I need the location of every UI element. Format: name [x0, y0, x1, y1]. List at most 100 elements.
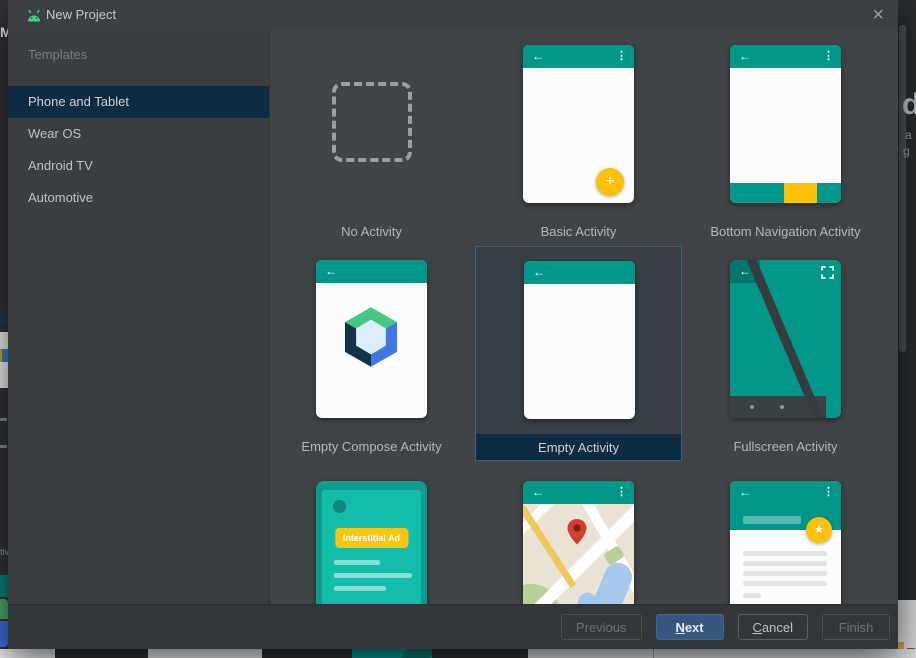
background-segment	[262, 649, 352, 658]
background-color-fragment	[0, 575, 8, 597]
dialog-title: New Project	[46, 7, 116, 22]
sidebar-item-automotive[interactable]: Automotive	[8, 182, 269, 214]
template-tile-basic-activity[interactable]: ← ⋮ + Basic Activity	[475, 31, 682, 246]
bottom-navigation-bar	[730, 183, 841, 203]
template-tile-bottom-navigation-activity[interactable]: ← ⋮ Bottom Navigation Activity	[682, 31, 889, 246]
background-segment	[148, 649, 262, 658]
background-line-fragment	[0, 418, 7, 421]
background-text-fragment: g	[903, 144, 910, 158]
jetpack-compose-logo	[340, 306, 402, 368]
fab-plus-icon: +	[596, 168, 624, 196]
template-gallery: No Activity ← ⋮ + Basic Activity ←	[270, 30, 898, 604]
template-thumbnail: ←	[730, 260, 841, 418]
map-pin-icon	[566, 518, 588, 546]
template-thumbnail: ← ⋮	[523, 481, 634, 604]
finish-button[interactable]: Finish	[822, 614, 890, 640]
no-activity-placeholder	[332, 82, 412, 162]
fab-star-icon: ★	[806, 517, 832, 543]
background-segment	[402, 649, 434, 658]
sidebar-item-android-tv[interactable]: Android TV	[8, 150, 269, 182]
app-bar: ←	[524, 261, 635, 284]
back-arrow-icon: ←	[325, 264, 337, 278]
background-text-fragment: d	[902, 88, 916, 122]
placeholder-line	[743, 571, 827, 576]
template-label: Bottom Navigation Activity	[682, 224, 889, 239]
app-bar: ←	[316, 260, 427, 283]
new-project-dialog: New Project × Templates Phone and Tablet…	[8, 0, 898, 649]
teal-corner	[826, 396, 841, 418]
dialog-titlebar[interactable]: New Project ×	[8, 0, 898, 31]
back-arrow-icon: ←	[532, 49, 544, 63]
bottom-navigation-selected-segment	[784, 183, 817, 203]
kebab-menu-icon: ⋮	[616, 485, 627, 498]
template-label: Basic Activity	[475, 224, 682, 239]
background-window-left-sliver: M tiv	[0, 0, 8, 658]
next-button-mnemonic: N	[675, 620, 684, 635]
background-segment	[432, 649, 528, 658]
map-preview	[523, 504, 634, 604]
placeholder-line	[743, 561, 827, 566]
background-selection-fragment	[0, 310, 8, 324]
template-grid: No Activity ← ⋮ + Basic Activity ←	[270, 31, 889, 604]
placeholder-line	[334, 586, 386, 591]
placeholder-line	[743, 593, 761, 598]
cancel-button-label: ancel	[762, 620, 793, 635]
previous-button[interactable]: Previous	[561, 614, 642, 640]
cancel-button[interactable]: Cancel	[738, 614, 808, 640]
background-color-fragment	[0, 599, 8, 619]
background-window-right-sliver: d a g	[898, 0, 916, 658]
template-thumbnail: ← ⋮	[730, 45, 841, 203]
background-window-bottom-strip	[0, 649, 916, 658]
template-thumbnail: ← ⋮ +	[523, 45, 634, 203]
next-button-label: ext	[685, 620, 704, 635]
back-arrow-icon: ←	[739, 49, 751, 63]
sidebar-item-phone-and-tablet[interactable]: Phone and Tablet	[8, 86, 269, 118]
diagonal-stripe	[745, 260, 826, 418]
close-icon[interactable]: ×	[872, 1, 884, 29]
background-segment	[0, 649, 55, 658]
map-water	[569, 590, 598, 604]
template-thumbnail: ←	[524, 261, 635, 419]
ad-screen: Interstitial Ad	[322, 490, 421, 604]
templates-sidebar: Templates Phone and Tablet Wear OS Andro…	[8, 30, 269, 604]
back-arrow-icon: ←	[739, 485, 751, 499]
background-segment	[528, 649, 916, 658]
app-bar: ← ⋮	[523, 45, 634, 68]
template-tile-empty-activity[interactable]: ← Empty Activity	[475, 246, 682, 461]
kebab-menu-icon: ⋮	[616, 49, 627, 62]
template-tile-fullscreen-activity[interactable]: ← Fullscreen Activity	[682, 246, 889, 461]
kebab-menu-icon: ⋮	[823, 485, 834, 498]
nav-dot	[750, 405, 754, 409]
placeholder-line	[334, 573, 412, 578]
background-color-fragment	[0, 621, 8, 647]
nav-dot	[780, 405, 784, 409]
template-tile-scrolling-activity[interactable]: ← ⋮ ★	[682, 461, 889, 604]
template-tile-empty-compose-activity[interactable]: ← Empty Compose Activity	[270, 246, 475, 461]
background-segment	[55, 649, 148, 658]
back-arrow-icon: ←	[532, 485, 544, 499]
sidebar-item-wear-os[interactable]: Wear OS	[8, 118, 269, 150]
placeholder-line	[743, 551, 827, 556]
interstitial-ad-button: Interstitial Ad	[335, 528, 408, 548]
background-scrollbar	[899, 25, 906, 352]
background-text-fragment: a	[905, 128, 912, 142]
status-dot	[333, 500, 346, 513]
cancel-button-mnemonic: C	[753, 620, 762, 635]
background-icon-fragment	[0, 349, 8, 362]
map-water	[590, 559, 634, 604]
placeholder-line	[743, 581, 827, 586]
sidebar-header: Templates	[28, 47, 87, 62]
template-tile-no-activity[interactable]: No Activity	[270, 31, 475, 246]
navigation-bar	[730, 396, 841, 418]
title-placeholder	[743, 516, 801, 524]
app-bar: ← ⋮	[523, 481, 634, 504]
android-logo-icon	[25, 9, 43, 22]
template-thumbnail: ←	[316, 260, 427, 418]
template-thumbnail: Interstitial Ad	[316, 481, 427, 604]
template-label: Empty Activity	[476, 440, 681, 455]
next-button[interactable]: Next	[656, 614, 724, 640]
fullscreen-icon	[821, 266, 834, 279]
template-tile-maps-activity[interactable]: ← ⋮	[475, 461, 682, 604]
template-tile-ads-activity[interactable]: Interstitial Ad	[270, 461, 475, 604]
back-arrow-icon: ←	[533, 265, 545, 279]
